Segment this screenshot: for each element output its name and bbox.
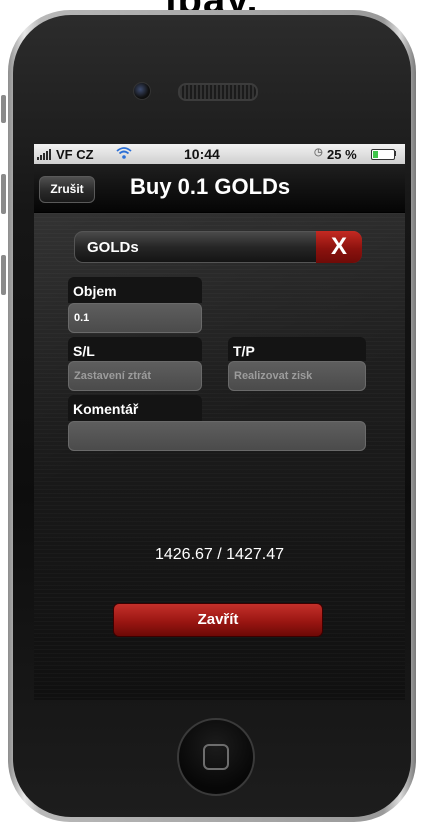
battery-level — [373, 151, 378, 158]
page-title: Buy 0.1 GOLDs — [130, 174, 291, 199]
comment-field[interactable] — [68, 421, 366, 451]
navigation-bar: Zrušit Buy 0.1 GOLDs — [34, 164, 405, 213]
volume-field[interactable]: 0.1 — [68, 303, 202, 333]
home-button[interactable] — [177, 718, 255, 796]
order-form: GOLDs X Objem 0.1 S/L Zastavení ztrát T/… — [34, 213, 405, 700]
cancel-button[interactable]: Zrušit — [39, 176, 95, 203]
take-profit-field[interactable]: Realizovat zisk — [228, 361, 366, 391]
comment-label: Komentář — [68, 395, 202, 421]
battery-tip — [394, 151, 396, 156]
screen: VF CZ 10:44 ◷ 25 % Zrušit Buy 0.1 GOLDs … — [34, 144, 405, 700]
tp-label: T/P — [228, 337, 366, 361]
close-icon[interactable]: X — [316, 231, 362, 263]
signal-bars-icon — [37, 149, 51, 160]
close-button[interactable]: Zavřít — [113, 603, 323, 637]
stop-loss-field[interactable]: Zastavení ztrát — [68, 361, 202, 391]
volume-down-button — [1, 255, 6, 295]
wifi-icon — [116, 146, 132, 163]
silent-switch — [1, 95, 6, 123]
battery-icon — [371, 149, 395, 160]
volume-label: Objem — [68, 277, 202, 303]
sl-label: S/L — [68, 337, 202, 361]
front-camera — [133, 82, 151, 100]
bid-ask-prices: 1426.67 / 1427.47 — [154, 546, 284, 563]
symbol-selector[interactable]: GOLDs X — [74, 231, 362, 263]
home-square-icon — [203, 744, 229, 770]
status-bar: VF CZ 10:44 ◷ 25 % — [34, 144, 405, 164]
clock-lock-icon: ◷ — [314, 147, 323, 158]
symbol-label: GOLDs — [87, 239, 139, 256]
volume-up-button — [1, 174, 6, 214]
status-time: 10:44 — [184, 146, 220, 162]
earpiece-speaker — [178, 83, 258, 101]
battery-percent: 25 % — [327, 147, 357, 162]
carrier-name: VF CZ — [56, 147, 94, 162]
